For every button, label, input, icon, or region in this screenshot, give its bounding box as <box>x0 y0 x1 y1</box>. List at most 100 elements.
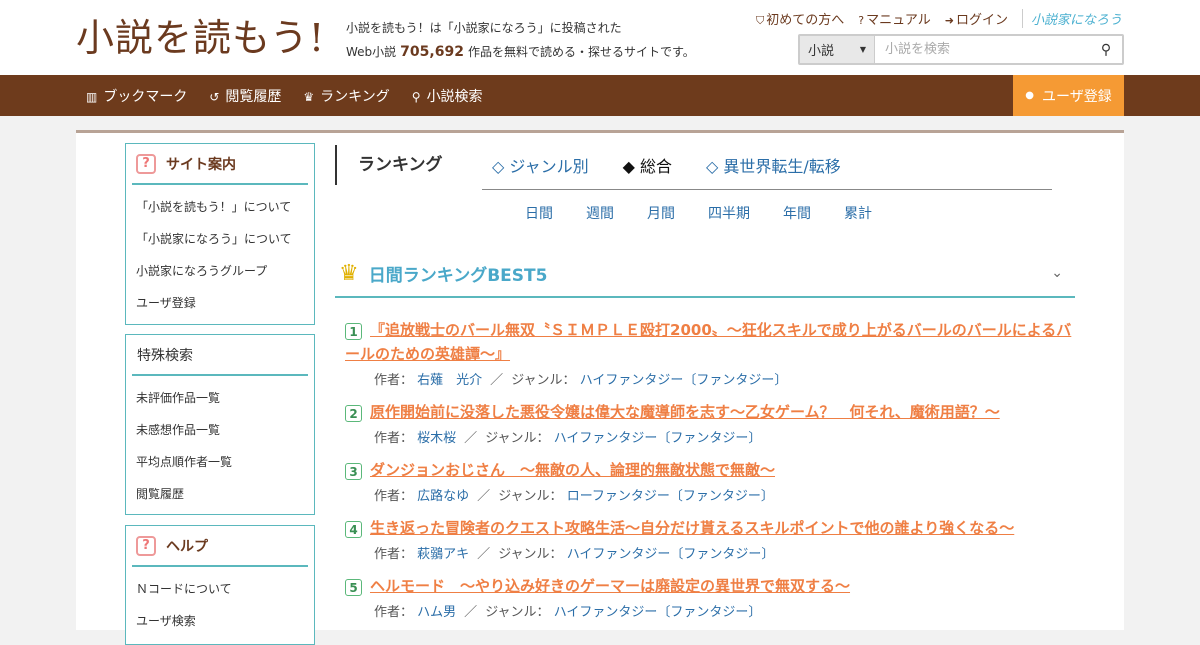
sidebar-special-title: 特殊検索 <box>132 335 308 376</box>
sidebar-item-ncode[interactable]: Ｎコードについて <box>126 573 314 605</box>
period-quarterly[interactable]: 四半期 <box>708 203 750 223</box>
sidebar-item-avg-authors[interactable]: 平均点順作者一覧 <box>126 446 314 478</box>
author-label: 作者： <box>374 431 414 446</box>
author-link[interactable]: 萩鶸アキ <box>417 547 469 562</box>
author-label: 作者： <box>374 547 414 562</box>
genre-link[interactable]: ハイファンタジー〔ファンタジー〕 <box>567 547 775 562</box>
genre-link[interactable]: ハイファンタジー〔ファンタジー〕 <box>554 605 762 620</box>
login-icon: ➜ <box>944 14 954 27</box>
author-label: 作者： <box>374 605 414 620</box>
sidebar-item-group[interactable]: 小説家になろうグループ <box>126 255 314 287</box>
list-item: 1 『追放戦士のバール無双〝ＳＩＭＰＬＥ殴打2000〟～狂化スキルで成り上がるバー… <box>345 318 1075 388</box>
novel-meta: 作者： 右薙 光介 ／ ジャンル： ハイファンタジー〔ファンタジー〕 <box>345 369 1075 388</box>
genre-link[interactable]: ローファンタジー〔ファンタジー〕 <box>567 489 774 504</box>
author-link[interactable]: 右薙 光介 <box>417 373 482 388</box>
novel-title-link[interactable]: 原作開始前に没落した悪役令嬢は偉大な魔導師を志す～乙女ゲーム？ 何それ、魔術用語… <box>370 403 1000 421</box>
novel-title-link[interactable]: ヘルモード ～やり込み好きのゲーマーは廃設定の異世界で無双する～ <box>370 577 850 595</box>
site-logo[interactable]: 小説を読もう! <box>76 14 325 62</box>
period-monthly[interactable]: 月間 <box>647 203 675 223</box>
meta-separator: ／ <box>490 373 504 388</box>
sidebar-item-about-yomou[interactable]: 「小説を読もう！」について <box>126 191 314 223</box>
sidebar-item-unrated[interactable]: 未評価作品一覧 <box>126 382 314 414</box>
rank-number: 1 <box>345 323 362 340</box>
crown-icon: ♛ <box>303 89 315 104</box>
sidebar-item-no-review[interactable]: 未感想作品一覧 <box>126 414 314 446</box>
meta-separator: ／ <box>477 489 491 504</box>
nav-bookmark[interactable]: ▥ ブックマーク <box>86 86 187 106</box>
help-icon: ? <box>136 535 156 556</box>
register-label: ユーザ登録 <box>1042 88 1112 105</box>
search-type-select[interactable]: 小説 ▼ <box>800 36 875 63</box>
novel-title-link[interactable]: 生き返った冒険者のクエスト攻略生活～自分だけ貰えるスキルポイントで他の誰より強く… <box>370 519 1014 537</box>
sidebar-guide-title: サイト案内 <box>166 156 236 173</box>
genre-link[interactable]: ハイファンタジー〔ファンタジー〕 <box>580 373 788 388</box>
main-nav: ▥ ブックマーク ↺ 閲覧履歴 ♛ ランキング ⚲ 小説検索 ● ユーザ登録 <box>0 75 1200 116</box>
tabs-divider <box>482 189 1052 190</box>
help-icon: ? <box>136 153 156 174</box>
search-button[interactable]: ⚲ <box>1090 36 1122 63</box>
nav-search[interactable]: ⚲ 小説検索 <box>412 86 483 106</box>
novel-meta: 作者： 萩鶸アキ ／ ジャンル： ハイファンタジー〔ファンタジー〕 <box>345 543 1075 562</box>
period-yearly[interactable]: 年間 <box>783 203 811 223</box>
tagline-prefix: Web小説 <box>346 45 397 59</box>
tab-overall[interactable]: ◆ 総合 <box>623 153 672 177</box>
search-bar: 小説 ▼ ⚲ <box>798 34 1124 65</box>
nav-history[interactable]: ↺ 閲覧履歴 <box>209 86 281 106</box>
sidebar-item-history[interactable]: 閲覧履歴 <box>126 478 314 510</box>
genre-label: ジャンル： <box>485 605 550 620</box>
narou-logo-link[interactable]: 小説家になろう <box>1021 9 1122 28</box>
link-beginner-label: 初めての方へ <box>766 13 845 28</box>
list-item: 2 原作開始前に没落した悪役令嬢は偉大な魔導師を志す～乙女ゲーム？ 何それ、魔術用… <box>345 400 1075 446</box>
novel-title-link[interactable]: 『追放戦士のバール無双〝ＳＩＭＰＬＥ殴打2000〟～狂化スキルで成り上がるバール… <box>345 321 1071 363</box>
nav-history-label: 閲覧履歴 <box>225 88 282 105</box>
work-count: 705,692 <box>400 44 464 60</box>
nav-ranking[interactable]: ♛ ランキング <box>303 86 389 106</box>
period-tabs: 日間 週間 月間 四半期 年間 累計 <box>525 203 905 223</box>
novel-title-link[interactable]: ダンジョンおじさん ～無敵の人、論理的無敵状態で無敵～ <box>370 461 775 479</box>
shield-icon: ⛉ <box>756 14 765 27</box>
search-icon: ⚲ <box>411 89 421 104</box>
period-weekly[interactable]: 週間 <box>586 203 614 223</box>
tab-genre[interactable]: ◇ ジャンル別 <box>492 153 589 177</box>
register-button[interactable]: ● ユーザ登録 <box>1013 75 1124 116</box>
search-input[interactable] <box>875 36 1090 63</box>
period-total[interactable]: 累計 <box>844 203 872 223</box>
bookshelf-icon: ▥ <box>86 89 98 104</box>
genre-label: ジャンル： <box>485 431 550 446</box>
sidebar-item-register[interactable]: ユーザ登録 <box>126 287 314 319</box>
genre-label: ジャンル： <box>498 547 563 562</box>
genre-link[interactable]: ハイファンタジー〔ファンタジー〕 <box>554 431 762 446</box>
site-header: 小説を読もう! 小説を読もう！は「小説家になろう」に投稿された Web小説 705… <box>0 0 1200 75</box>
user-icon: ● <box>1025 90 1034 101</box>
author-link[interactable]: ハム男 <box>417 605 456 620</box>
tagline-suffix: 作品を無料で読める・探せるサイトです。 <box>467 45 695 59</box>
author-link[interactable]: 桜木桜 <box>417 431 456 446</box>
best5-header[interactable]: ♛ 日間ランキングBEST5 ⌄ <box>335 251 1075 298</box>
genre-label: ジャンル： <box>498 489 563 504</box>
link-login-label: ログイン <box>955 13 1008 28</box>
ranking-tabs: ◇ ジャンル別 ◆ 総合 ◇ 異世界転生/転移 <box>492 153 841 177</box>
link-manual[interactable]: ? マニュアル <box>858 9 930 28</box>
site-tagline: 小説を読もう！は「小説家になろう」に投稿された <box>346 21 622 35</box>
sidebar-item-about-narou[interactable]: 「小説家になろう」について <box>126 223 314 255</box>
sidebar-item-user-search[interactable]: ユーザ検索 <box>126 605 314 637</box>
link-beginner[interactable]: ⛉ 初めての方へ <box>756 9 844 28</box>
link-login[interactable]: ➜ ログイン <box>945 9 1008 28</box>
crown-icon: ♛ <box>339 261 359 286</box>
sidebar-special: 特殊検索 未評価作品一覧 未感想作品一覧 平均点順作者一覧 閲覧履歴 <box>125 334 315 515</box>
search-icon: ⚲ <box>1100 41 1112 58</box>
period-daily[interactable]: 日間 <box>525 203 553 223</box>
rank-number: 2 <box>345 405 362 422</box>
meta-separator: ／ <box>464 605 478 620</box>
ranking-title: ランキング <box>335 145 443 185</box>
meta-separator: ／ <box>464 431 478 446</box>
author-link[interactable]: 広路なゆ <box>417 489 469 504</box>
main-content: ? サイト案内 「小説を読もう！」について 「小説家になろう」について 小説家にな… <box>76 130 1124 645</box>
meta-separator: ／ <box>477 547 491 562</box>
novel-meta: 作者： ハム男 ／ ジャンル： ハイファンタジー〔ファンタジー〕 <box>345 601 1075 620</box>
header-links: ⛉ 初めての方へ ? マニュアル ➜ ログイン 小説家になろう <box>756 9 1122 28</box>
site-tagline-count: Web小説 705,692 作品を無料で読める・探せるサイトです。 <box>346 43 695 60</box>
tab-isekai[interactable]: ◇ 異世界転生/転移 <box>706 153 841 177</box>
rank-number: 5 <box>345 579 362 596</box>
chevron-down-icon[interactable]: ⌄ <box>1051 265 1063 281</box>
